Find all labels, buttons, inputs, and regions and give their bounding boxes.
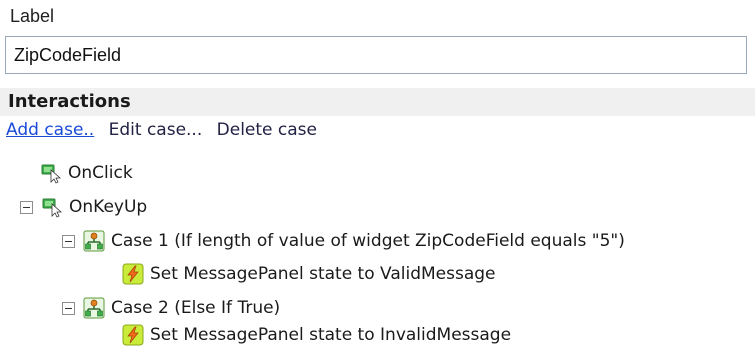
tree-node-label: OnKeyUp (69, 197, 148, 217)
tree-node-case-1[interactable]: Case 1 (If length of value of widget Zip… (62, 228, 625, 254)
tree-node-onclick[interactable]: OnClick (40, 160, 133, 186)
label-input[interactable] (5, 36, 747, 74)
interactions-header: Interactions (0, 88, 755, 116)
tree-node-onkeyup[interactable]: OnKeyUp (20, 194, 147, 220)
tree-node-label: Case 1 (If length of value of widget Zip… (111, 231, 625, 251)
lightning-action-icon (122, 324, 144, 346)
tree-node-case-1-action[interactable]: Set MessagePanel state to ValidMessage (122, 261, 496, 287)
tree-node-case-2[interactable]: Case 2 (Else If True) (62, 295, 280, 321)
lightning-action-icon (122, 263, 144, 285)
tree-node-label: Case 2 (Else If True) (111, 298, 281, 318)
interactions-title: Interactions (8, 91, 131, 112)
event-cursor-icon (40, 162, 62, 184)
edit-case-link[interactable]: Edit case... (109, 120, 203, 140)
case-actions: Add case.. Edit case... Delete case (6, 120, 326, 140)
delete-case-link[interactable]: Delete case (217, 120, 317, 140)
add-case-link[interactable]: Add case.. (6, 120, 94, 140)
collapse-toggle[interactable] (62, 234, 75, 248)
tree-node-label: Set MessagePanel state to InvalidMessage (150, 325, 512, 345)
tree-node-label: Set MessagePanel state to ValidMessage (150, 264, 496, 284)
tree-node-label: OnClick (68, 163, 133, 183)
tree-node-case-2-action[interactable]: Set MessagePanel state to InvalidMessage (122, 322, 511, 348)
collapse-toggle[interactable] (62, 301, 75, 315)
collapse-toggle[interactable] (20, 200, 33, 214)
case-tree-icon (83, 297, 105, 319)
event-cursor-icon (41, 196, 63, 218)
case-tree-icon (83, 230, 105, 252)
label-caption: Label (10, 6, 55, 26)
